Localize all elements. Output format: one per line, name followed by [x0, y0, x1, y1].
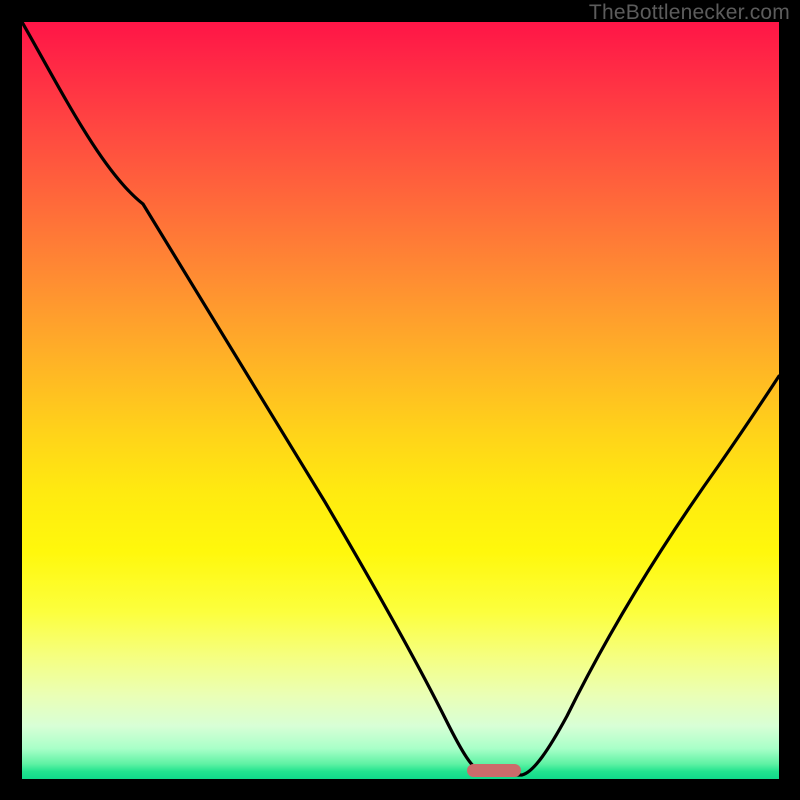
optimal-range-marker — [467, 764, 521, 777]
chart-frame: TheBottlenecker.com — [0, 0, 800, 800]
bottleneck-curve — [22, 22, 779, 779]
watermark-text: TheBottlenecker.com — [589, 1, 790, 25]
curve-path — [22, 22, 779, 775]
plot-area — [22, 22, 779, 779]
